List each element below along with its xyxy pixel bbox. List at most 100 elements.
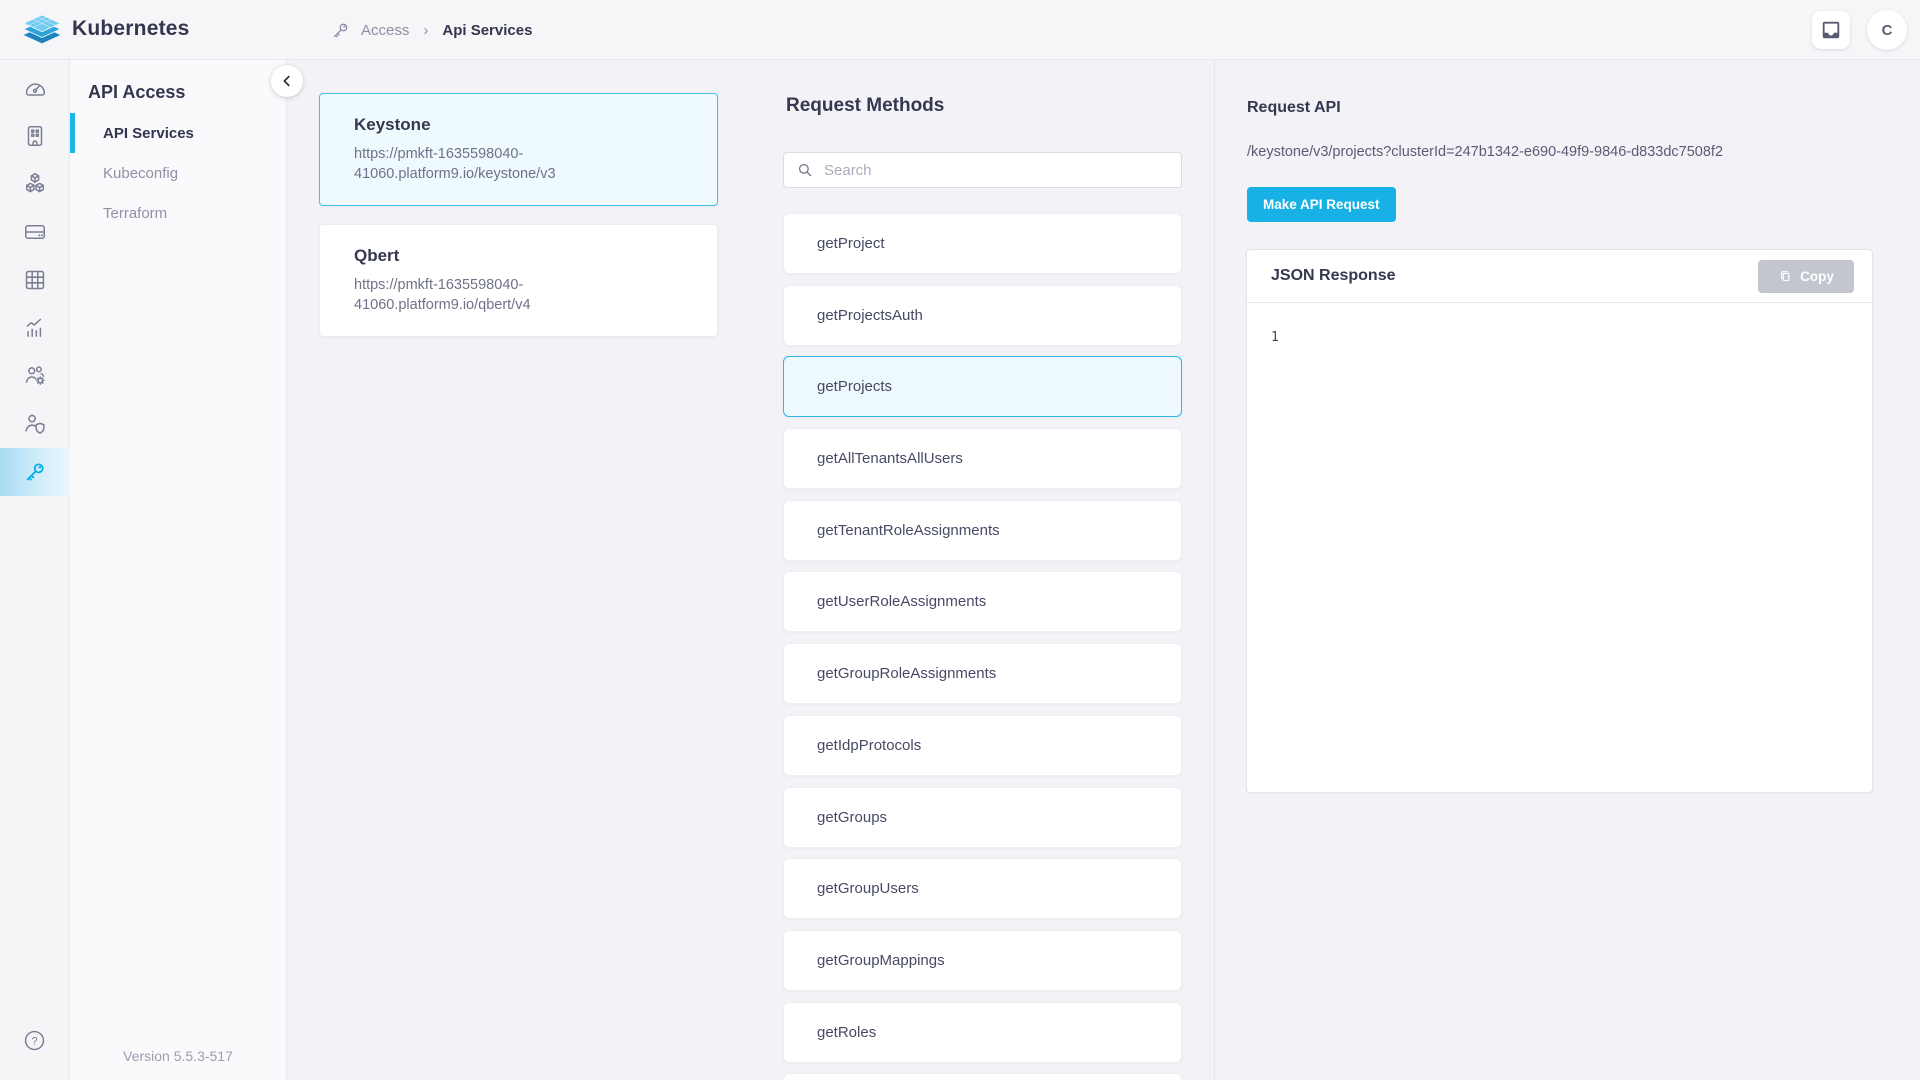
app-title: Kubernetes [72, 17, 190, 41]
search-input[interactable] [783, 152, 1182, 188]
json-response-title: JSON Response [1271, 267, 1395, 285]
column-divider [1214, 60, 1215, 1080]
method-item[interactable]: getGroupUsers [783, 858, 1182, 919]
cubes-icon [22, 171, 48, 197]
service-name: Keystone [354, 115, 683, 135]
method-item-partial[interactable] [783, 1073, 1182, 1080]
user-avatar[interactable]: C [1867, 10, 1907, 50]
user-shield-icon [22, 411, 48, 437]
method-list: getProject getProjectsAuth getProjects g… [783, 213, 1182, 1073]
method-item[interactable]: getRoles [783, 1002, 1182, 1063]
chevron-right-icon: › [419, 22, 432, 39]
nav-user-management[interactable] [0, 352, 70, 400]
top-header: Kubernetes Access › Api Services C [0, 0, 1920, 60]
help-icon: ? [22, 1028, 47, 1053]
help-button[interactable]: ? [0, 1016, 70, 1064]
breadcrumb: Access › Api Services [330, 0, 532, 60]
make-api-request-button[interactable]: Make API Request [1247, 187, 1396, 222]
request-api-title: Request API [1247, 99, 1341, 117]
method-label: getGroupMappings [817, 952, 945, 969]
subnav-item-label: Kubeconfig [103, 165, 178, 182]
method-label: getIdpProtocols [817, 737, 921, 754]
method-item[interactable]: getProjectsAuth [783, 285, 1182, 346]
bar-chart-icon [22, 315, 48, 341]
service-url-line1: https://pmkft-1635598040- [354, 277, 523, 293]
subnav-list: API Services Kubeconfig Terraform [70, 113, 286, 233]
method-item[interactable]: getGroupMappings [783, 930, 1182, 991]
service-url-line1: https://pmkft-1635598040- [354, 146, 523, 162]
method-item[interactable]: getGroups [783, 787, 1182, 848]
nav-api-access[interactable] [0, 448, 70, 496]
search-icon [796, 161, 814, 179]
nav-infrastructure[interactable] [0, 112, 70, 160]
subnav-item[interactable]: Terraform [70, 193, 286, 233]
service-url-line2: 41060.platform9.io/qbert/v4 [354, 297, 531, 313]
grid-icon [22, 267, 48, 293]
copy-button[interactable]: Copy [1758, 260, 1854, 293]
method-label: getProject [817, 235, 885, 252]
server-icon [22, 219, 48, 245]
inbox-tray-icon [1820, 19, 1842, 41]
version-label: Version 5.5.3-517 [70, 1048, 286, 1064]
building-icon [22, 123, 48, 149]
method-item[interactable]: getProjects [783, 356, 1182, 417]
method-item[interactable]: getUserRoleAssignments [783, 571, 1182, 632]
nav-storage[interactable] [0, 208, 70, 256]
breadcrumb-current: Api Services [442, 22, 532, 39]
secondary-sidebar: API Access API Services Kubeconfig Terra… [70, 60, 287, 1080]
method-label: getGroupRoleAssignments [817, 665, 996, 682]
method-item[interactable]: getIdpProtocols [783, 715, 1182, 776]
json-response-header: JSON Response Copy [1247, 250, 1872, 303]
subnav-item[interactable]: API Services [70, 113, 286, 153]
method-item[interactable]: getAllTenantsAllUsers [783, 428, 1182, 489]
method-item[interactable]: getTenantRoleAssignments [783, 500, 1182, 561]
key-icon [22, 459, 48, 485]
svg-text:?: ? [31, 1035, 37, 1047]
method-label: getTenantRoleAssignments [817, 522, 1000, 539]
method-item[interactable]: getProject [783, 213, 1182, 274]
notifications-tray-button[interactable] [1812, 11, 1850, 49]
nav-rbac[interactable] [0, 400, 70, 448]
method-search [783, 152, 1182, 188]
api-service-card[interactable]: Keystone https://pmkft-1635598040- 41060… [319, 93, 718, 206]
nav-monitoring[interactable] [0, 304, 70, 352]
icon-sidebar: ? [0, 60, 70, 1080]
copy-icon [1778, 269, 1793, 284]
nav-workloads[interactable] [0, 160, 70, 208]
method-label: getRoles [817, 1024, 876, 1041]
json-line-number: 1 [1271, 330, 1279, 345]
sidebar-collapse-button[interactable] [271, 65, 303, 97]
method-label: getProjects [817, 378, 892, 395]
service-url: https://pmkft-1635598040- 41060.platform… [354, 144, 683, 184]
api-service-card[interactable]: Qbert https://pmkft-1635598040- 41060.pl… [319, 224, 718, 337]
json-response-panel: JSON Response Copy 1 [1246, 249, 1873, 793]
method-item[interactable]: getGroupRoleAssignments [783, 643, 1182, 704]
subnav-item-label: API Services [103, 125, 194, 142]
method-label: getUserRoleAssignments [817, 593, 986, 610]
key-icon [330, 20, 351, 41]
platform9-kubernetes-logo-icon [22, 13, 62, 47]
app-root: Kubernetes Access › Api Services C [0, 0, 1920, 1080]
dashboard-gauge-icon [22, 75, 48, 101]
nav-dashboard[interactable] [0, 64, 70, 112]
breadcrumb-access-link[interactable]: Access [361, 22, 409, 39]
copy-label: Copy [1800, 269, 1834, 284]
header-actions: C [1812, 10, 1907, 50]
subnav-title: API Access [88, 82, 185, 103]
api-service-list: Keystone https://pmkft-1635598040- 41060… [319, 93, 718, 355]
users-gear-icon [22, 363, 48, 389]
method-label: getProjectsAuth [817, 307, 923, 324]
method-label: getAllTenantsAllUsers [817, 450, 963, 467]
method-label: getGroupUsers [817, 880, 919, 897]
service-url: https://pmkft-1635598040- 41060.platform… [354, 275, 683, 315]
json-response-body: 1 [1247, 303, 1872, 372]
method-label: getGroups [817, 809, 887, 826]
request-api-url: /keystone/v3/projects?clusterId=247b1342… [1247, 144, 1723, 160]
request-methods-title: Request Methods [786, 95, 944, 117]
subnav-item-label: Terraform [103, 205, 167, 222]
chevron-left-icon [280, 74, 294, 88]
service-url-line2: 41060.platform9.io/keystone/v3 [354, 166, 556, 182]
service-name: Qbert [354, 246, 683, 266]
subnav-item[interactable]: Kubeconfig [70, 153, 286, 193]
nav-apps[interactable] [0, 256, 70, 304]
